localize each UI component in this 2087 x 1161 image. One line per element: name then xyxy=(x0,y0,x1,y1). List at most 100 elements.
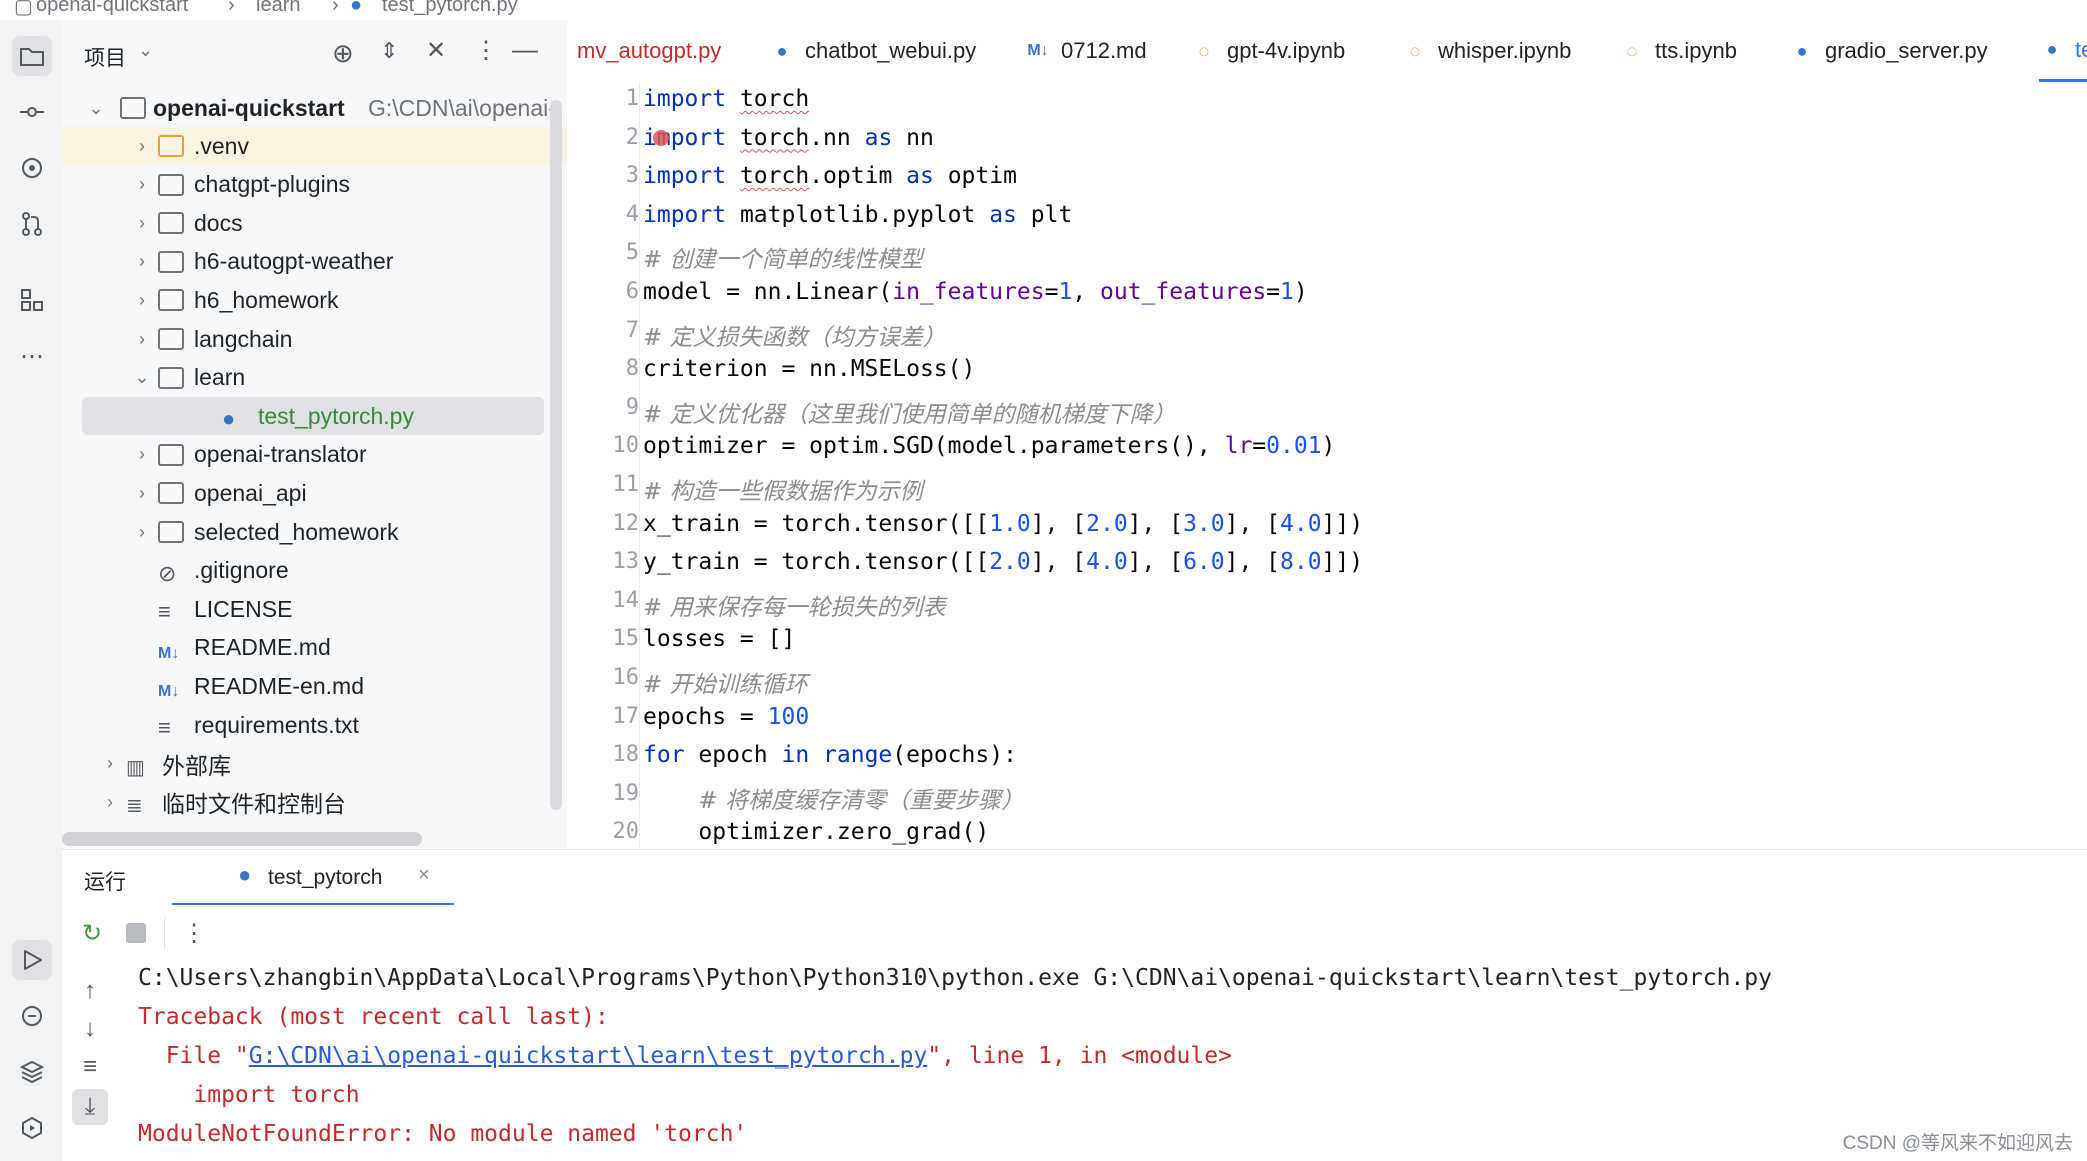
chevron-right-icon[interactable]: › xyxy=(132,251,152,272)
line-number[interactable]: 2 xyxy=(579,125,639,150)
line-number[interactable]: 16 xyxy=(579,665,640,690)
tree-vertical-scrollbar[interactable] xyxy=(550,100,562,810)
project-view-selector[interactable]: 项目 xyxy=(84,42,126,72)
project-tool-button[interactable] xyxy=(12,36,52,76)
code-line[interactable]: import torch.nn as nn xyxy=(643,125,934,151)
run-tool-button[interactable] xyxy=(12,940,52,980)
chevron-right-icon[interactable]: › xyxy=(132,522,152,543)
chevron-right-icon[interactable]: › xyxy=(132,483,152,504)
expand-all-icon[interactable]: ⇕ xyxy=(380,38,398,64)
tree-root[interactable]: ⌄ openai-quickstart G:\CDN\ai\openai- xyxy=(62,89,567,127)
tree-item[interactable]: ≡ LICENSE xyxy=(62,590,567,628)
chevron-right-icon[interactable]: › xyxy=(132,444,152,465)
tree-item[interactable]: › ≣ 临时文件和控制台 xyxy=(62,783,567,821)
arrow-up-icon[interactable]: ↑ xyxy=(72,973,108,1009)
chevron-right-icon[interactable]: › xyxy=(132,290,152,311)
line-number[interactable]: 4 xyxy=(579,202,639,227)
tree-item[interactable]: › docs xyxy=(62,204,567,242)
line-number[interactable]: 1 xyxy=(579,86,639,111)
tab-whisper-ipynb[interactable]: ◌ whisper.ipynb xyxy=(1402,20,1572,82)
error-marker-icon[interactable] xyxy=(653,130,669,146)
breadcrumb-item-file[interactable]: test_pytorch.py xyxy=(382,0,518,17)
code-line[interactable]: import torch xyxy=(643,86,809,112)
tree-item[interactable]: M↓ README-en.md xyxy=(62,667,567,705)
line-number[interactable]: 7 xyxy=(579,318,639,343)
code-line[interactable]: import matplotlib.pyplot as plt xyxy=(643,202,1072,228)
line-number[interactable]: 3 xyxy=(579,163,639,188)
line-number[interactable]: 20 xyxy=(579,819,640,844)
soft-wrap-icon[interactable]: ≡ xyxy=(72,1049,108,1085)
tree-item[interactable]: › openai_api xyxy=(62,474,567,512)
code-line[interactable]: model = nn.Linear(in_features=1, out_fea… xyxy=(643,279,1308,305)
line-number[interactable]: 10 xyxy=(579,433,640,458)
code-line[interactable]: # 创建一个简单的线性模型 xyxy=(643,240,923,274)
arrow-down-icon[interactable]: ↓ xyxy=(72,1011,108,1047)
run-tab-test-pytorch[interactable]: ● test_pytorch × xyxy=(172,850,454,906)
chevron-right-icon[interactable]: › xyxy=(132,329,152,350)
tree-item[interactable]: M↓ README.md xyxy=(62,629,567,667)
commit-tool-button[interactable] xyxy=(12,92,52,132)
tree-item[interactable]: ● test_pytorch.py xyxy=(82,397,544,436)
breadcrumb-item-folder[interactable]: learn xyxy=(256,0,300,17)
tab-mv-autogpt[interactable]: mv_autogpt.py xyxy=(577,20,721,82)
code-line[interactable]: # 用来保存每一轮损失的列表 xyxy=(643,588,946,622)
collapse-all-icon[interactable]: ✕ xyxy=(426,36,446,65)
chevron-down-icon[interactable]: ⌄ xyxy=(132,367,152,388)
line-number[interactable]: 6 xyxy=(579,279,639,304)
tab-gpt-4v-ipynb[interactable]: ◌ gpt-4v.ipynb xyxy=(1191,20,1346,82)
tree-item[interactable]: › ▥ 外部库 xyxy=(62,745,567,783)
tab-gradio-server[interactable]: ● gradio_server.py xyxy=(1789,20,1988,82)
line-number[interactable]: 8 xyxy=(579,356,639,381)
line-number[interactable]: 11 xyxy=(579,472,640,497)
code-line[interactable]: epochs = 100 xyxy=(643,704,809,730)
chevron-right-icon[interactable]: › xyxy=(132,174,152,195)
code-line[interactable]: for epoch in range(epochs): xyxy=(643,742,1017,768)
python-packages-tool-button[interactable] xyxy=(12,1052,52,1092)
tab-test-pytorch-active[interactable]: ● te xyxy=(2039,20,2087,82)
ai-assistant-tool-button[interactable] xyxy=(12,148,52,188)
tree-item[interactable]: › chatgpt-plugins xyxy=(62,166,567,204)
line-number[interactable]: 17 xyxy=(579,704,640,729)
rerun-icon[interactable]: ↻ xyxy=(74,915,110,951)
stop-button[interactable] xyxy=(118,915,154,951)
run-console[interactable]: C:\Users\zhangbin\AppData\Local\Programs… xyxy=(118,961,2087,1161)
code-line[interactable]: criterion = nn.MSELoss() xyxy=(643,356,975,382)
line-number[interactable]: 19 xyxy=(579,781,640,806)
tree-item[interactable]: ⊘ .gitignore xyxy=(62,552,567,590)
code-line[interactable]: losses = [] xyxy=(643,626,795,652)
tree-item[interactable]: › selected_homework xyxy=(62,513,567,551)
line-number[interactable]: 9 xyxy=(579,395,639,420)
tree-item[interactable]: ≡ requirements.txt xyxy=(62,706,567,744)
code-line[interactable]: # 将梯度缓存清零（重要步骤） xyxy=(643,781,1024,815)
code-line[interactable]: # 定义优化器（这里我们使用简单的随机梯度下降） xyxy=(643,395,1176,429)
pull-requests-tool-button[interactable] xyxy=(12,204,52,244)
tree-item[interactable]: ⌄ learn xyxy=(62,359,567,397)
console-file-link[interactable]: G:\CDN\ai\openai-quickstart\learn\test_p… xyxy=(249,1043,928,1069)
hide-panel-icon[interactable]: — xyxy=(512,34,538,65)
tree-item[interactable]: › h6_homework xyxy=(62,281,567,319)
code-editor[interactable]: 1 2 3 4 5 6 7 8 9 10 11 12 13 14 15 16 17 18 19 20 import t… xyxy=(567,82,2087,848)
breadcrumb-item-root[interactable]: openai-quickstart xyxy=(36,0,188,17)
more-tools-button[interactable]: ⋯ xyxy=(12,336,52,376)
code-line[interactable]: x_train = torch.tensor([[1.0], [2.0], [3… xyxy=(643,511,1363,537)
code-line[interactable]: optimizer = optim.SGD(model.parameters()… xyxy=(643,433,1335,459)
python-console-tool-button[interactable] xyxy=(12,996,52,1036)
chevron-right-icon[interactable]: › xyxy=(100,792,120,813)
structure-tool-button[interactable] xyxy=(12,280,52,320)
code-line[interactable]: # 开始训练循环 xyxy=(643,665,808,699)
services-tool-button[interactable] xyxy=(12,1108,52,1148)
tree-item[interactable]: › langchain xyxy=(62,320,567,358)
chevron-right-icon[interactable]: › xyxy=(100,753,120,774)
line-number[interactable]: 15 xyxy=(579,626,640,651)
line-number[interactable]: 13 xyxy=(579,549,640,574)
line-number[interactable]: 5 xyxy=(579,240,639,265)
locate-file-icon[interactable]: ⊕ xyxy=(332,38,354,69)
chevron-down-icon[interactable]: ⌄ xyxy=(138,40,153,61)
tree-item[interactable]: › openai-translator xyxy=(62,436,567,474)
tree-item[interactable]: › h6-autogpt-weather xyxy=(62,243,567,281)
line-number[interactable]: 12 xyxy=(579,511,640,536)
options-icon[interactable]: ⋮ xyxy=(474,36,498,65)
code-line[interactable]: # 构造一些假数据作为示例 xyxy=(643,472,923,506)
chevron-right-icon[interactable]: › xyxy=(132,136,152,157)
code-line[interactable]: optimizer.zero_grad() xyxy=(643,819,989,845)
